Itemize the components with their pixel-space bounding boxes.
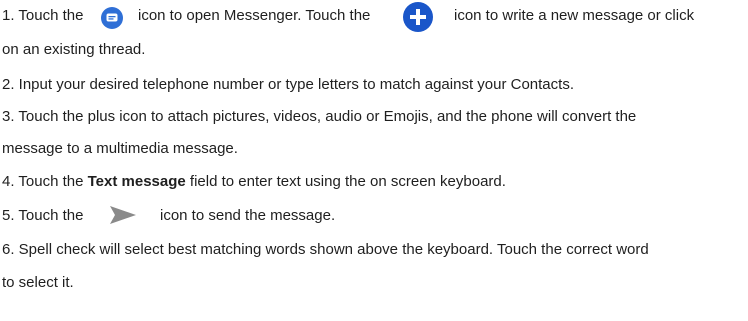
step-6-line-2: to select it.: [2, 273, 74, 293]
step-1-line-1: 1. Touch the: [2, 6, 83, 26]
step-2: 2. Input your desired telephone number o…: [2, 75, 574, 95]
step-2-text: 2. Input your desired telephone number o…: [2, 76, 574, 93]
step-4-bold-field-name: Text message: [87, 173, 186, 190]
step-3-line-1: 3. Touch the plus icon to attach picture…: [2, 107, 636, 127]
step-6-line-1: 6. Spell check will select best matching…: [2, 240, 649, 260]
step-4-text-pre: 4. Touch the: [2, 173, 84, 190]
step-6-text: 6. Spell check will select best matching…: [2, 241, 649, 258]
step-5-text-pre: 5. Touch the: [2, 207, 84, 224]
step-3-text: 3. Touch the plus icon to attach picture…: [2, 108, 637, 125]
send-icon: [108, 203, 138, 231]
step-1-continuation: on an existing thread.: [2, 41, 146, 58]
step-1-line-1b: icon to open Messenger. Touch the: [138, 6, 370, 26]
step-1-line-1c: icon to write a new message or click: [454, 6, 694, 26]
instructions-document: 1. Touch the icon to open Messenger. Tou…: [0, 0, 748, 321]
step-1-text-part-2: icon to open Messenger. Touch the: [138, 7, 371, 24]
step-4: 4. Touch the Text message field to enter…: [2, 172, 506, 192]
step-1-text-part-3: icon to write a new message or click: [454, 7, 695, 24]
step-6-continuation: to select it.: [2, 274, 74, 291]
step-1-text-part-1: 1. Touch the: [2, 7, 84, 24]
step-5-text-post: icon to send the message.: [160, 207, 336, 224]
plus-icon: [402, 1, 434, 37]
step-3-continuation: message to a multimedia message.: [2, 140, 238, 157]
step-5-part-2: icon to send the message.: [160, 206, 335, 226]
step-5-part-1: 5. Touch the: [2, 206, 83, 226]
step-4-text-post: field to enter text using the on screen …: [189, 173, 506, 190]
messenger-icon: [100, 6, 124, 34]
step-1-line-2: on an existing thread.: [2, 40, 145, 60]
step-3-line-2: message to a multimedia message.: [2, 139, 238, 159]
